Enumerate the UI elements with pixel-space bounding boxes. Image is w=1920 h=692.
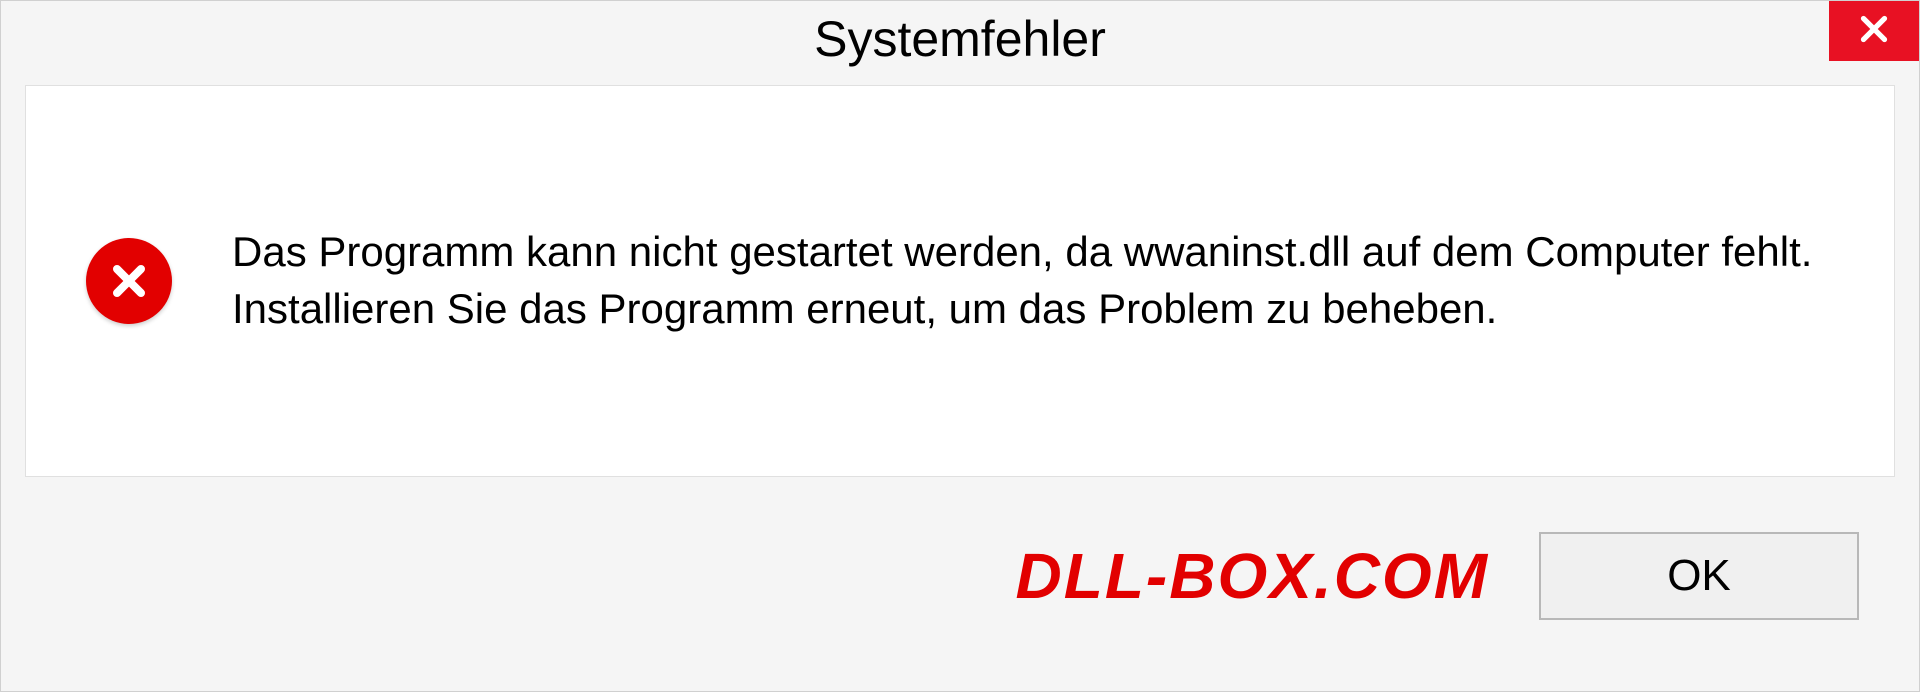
error-dialog: Systemfehler Das Programm kann nicht ges… — [0, 0, 1920, 692]
titlebar: Systemfehler — [1, 1, 1919, 77]
ok-button[interactable]: OK — [1539, 532, 1859, 620]
dialog-title: Systemfehler — [814, 10, 1106, 68]
error-icon — [86, 238, 172, 324]
message-panel: Das Programm kann nicht gestartet werden… — [25, 85, 1895, 477]
ok-button-label: OK — [1667, 551, 1731, 601]
close-button[interactable] — [1829, 1, 1919, 61]
close-icon — [1856, 11, 1892, 52]
watermark-text: DLL-BOX.COM — [1016, 539, 1490, 613]
dialog-footer: DLL-BOX.COM OK — [1, 491, 1919, 691]
error-message: Das Programm kann nicht gestartet werden… — [232, 224, 1834, 337]
